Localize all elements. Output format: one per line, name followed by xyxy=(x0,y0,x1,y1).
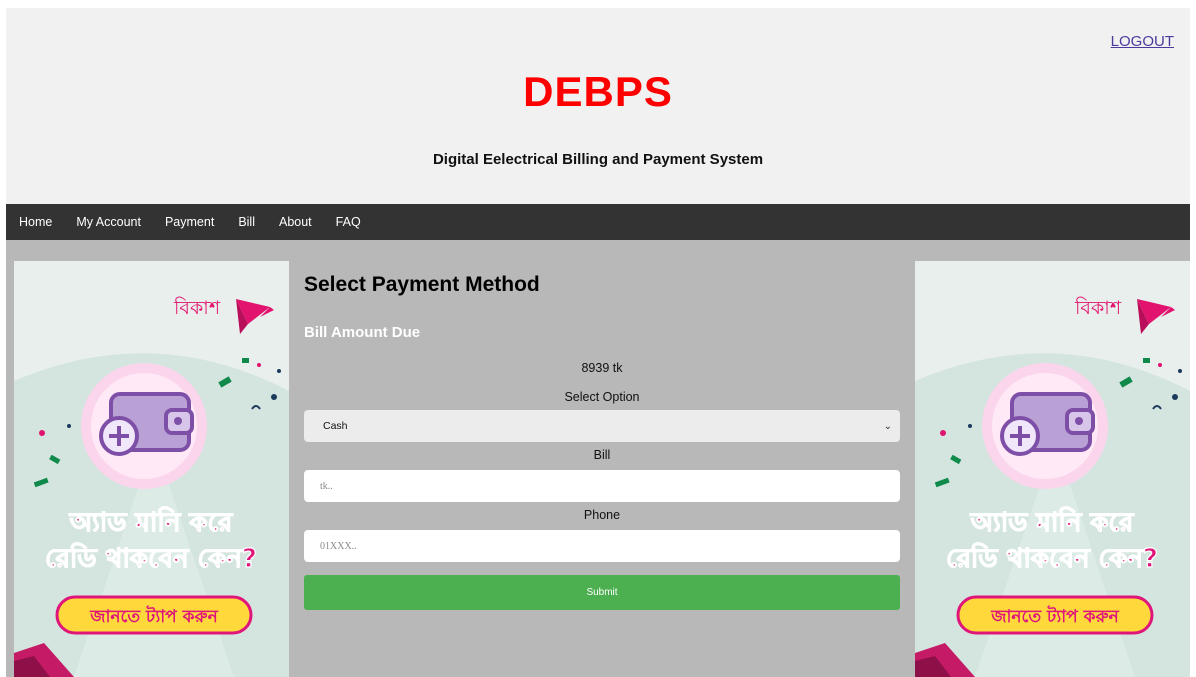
bill-amount-heading: Bill Amount Due xyxy=(304,324,421,341)
page: LOGOUT DEBPS Digital Eelectrical Billing… xyxy=(6,8,1190,677)
payment-method-selected: Cash xyxy=(323,420,348,432)
site-title: DEBPS xyxy=(523,68,673,115)
bkash-ad-graphic: বিকাশ অ্যাড মানি করে রেডি থাকবেন কেন? জা… xyxy=(14,297,289,677)
ad-headline-2: রেডি থাকবেন কেন? xyxy=(946,542,1158,574)
ad-cta-label: জানতে ট্যাপ করুন xyxy=(89,605,218,627)
select-option-label: Select Option xyxy=(564,390,640,404)
nav-item-faq[interactable]: FAQ xyxy=(336,215,361,229)
nav-item-bill[interactable]: Bill xyxy=(238,215,255,229)
ad-headline-1: অ্যাড মানি করে xyxy=(970,506,1135,538)
phone-input-placeholder: 01XXX.. xyxy=(320,540,357,552)
nav-item-payment[interactable]: Payment xyxy=(165,215,214,229)
wallet-plus-icon xyxy=(99,392,194,456)
bkash-ad-right[interactable]: বিকাশ অ্যাড মানি করে রেডি থাকবেন কেন? জা… xyxy=(915,261,1190,677)
bkash-ad-left[interactable]: বিকাশ অ্যাড মানি করে রেডি থাকবেন কেন? জা… xyxy=(14,261,289,677)
phone-label: Phone xyxy=(583,508,621,522)
bill-label: Bill xyxy=(593,448,611,462)
site-header: LOGOUT DEBPS Digital Eelectrical Billing… xyxy=(6,8,1190,204)
ad-cta-label: জানতে ট্যাপ করুন xyxy=(990,605,1119,627)
bill-amount-value: 8939 tk xyxy=(581,361,623,375)
bkash-bird-icon xyxy=(236,299,274,334)
top-nav: Home My Account Payment Bill About FAQ xyxy=(6,204,1190,240)
payment-form: Select Payment Method Bill Amount Due 89… xyxy=(304,260,900,610)
chevron-down-icon: ⌄ xyxy=(883,420,892,432)
payment-method-select[interactable]: Cash ⌄ xyxy=(304,410,900,442)
phone-input[interactable]: 01XXX.. xyxy=(304,530,900,562)
ad-headline-1: অ্যাড মানি করে xyxy=(69,506,234,538)
submit-button[interactable]: Submit xyxy=(304,575,900,610)
wallet-plus-icon xyxy=(1000,392,1095,456)
bill-input-placeholder: tk.. xyxy=(320,480,333,492)
nav-item-home[interactable]: Home xyxy=(19,215,52,229)
bill-input[interactable]: tk.. xyxy=(304,470,900,502)
bkash-ad-graphic: বিকাশ অ্যাড মানি করে রেডি থাকবেন কেন? জা… xyxy=(915,297,1190,677)
bkash-brand: বিকাশ xyxy=(1074,297,1122,319)
nav-item-my-account[interactable]: My Account xyxy=(76,215,141,229)
site-subtitle: Digital Eelectrical Billing and Payment … xyxy=(432,151,764,168)
ad-headline-2: রেডি থাকবেন কেন? xyxy=(45,542,257,574)
bkash-brand: বিকাশ xyxy=(173,297,221,319)
bkash-bird-icon xyxy=(1137,299,1175,334)
logout-link[interactable]: LOGOUT xyxy=(1111,33,1174,50)
page-title: Select Payment Method xyxy=(304,273,540,296)
nav-item-about[interactable]: About xyxy=(279,215,312,229)
